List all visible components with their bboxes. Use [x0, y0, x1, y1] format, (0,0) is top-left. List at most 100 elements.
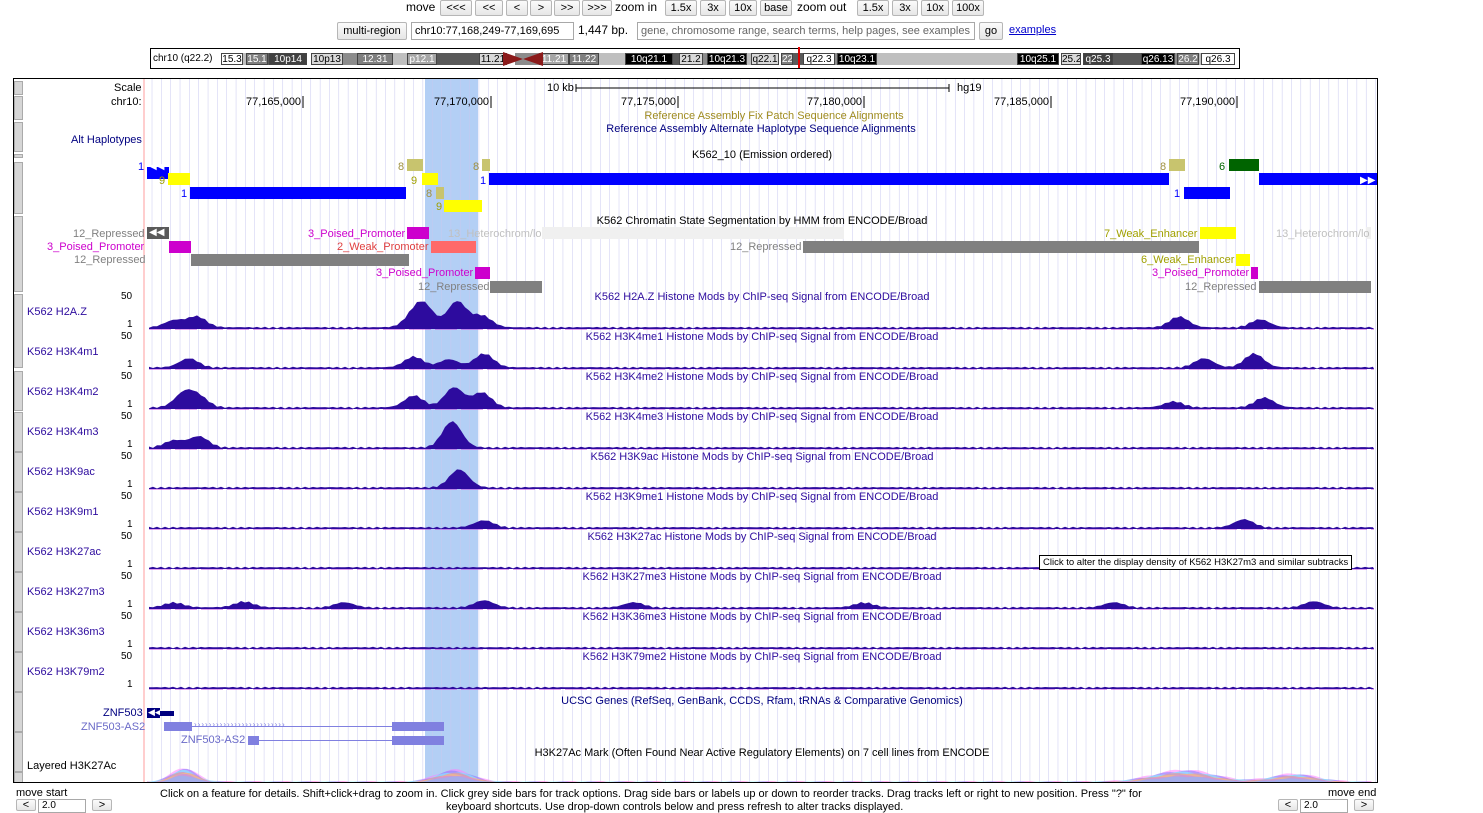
track-sidebar[interactable] — [14, 162, 23, 214]
chromhmm-segment[interactable] — [803, 241, 1199, 253]
track-sidebar[interactable] — [14, 412, 23, 452]
move-right-button[interactable]: > — [530, 0, 552, 16]
track-sidebar[interactable] — [14, 216, 23, 292]
search-input[interactable]: gene, chromosome range, search terms, he… — [637, 22, 975, 40]
zoom-in-10x-button[interactable]: 10x — [729, 0, 757, 16]
track-sidebar[interactable] — [14, 732, 23, 772]
emission-number: 8 — [1160, 161, 1167, 173]
gene-znf503-utr[interactable] — [160, 711, 174, 716]
gene-label-znf503-as2-alt[interactable]: ZNF503-AS2 — [181, 734, 245, 746]
chromhmm-segment[interactable] — [475, 267, 490, 279]
gene-as2-alt-exon[interactable] — [392, 736, 444, 745]
histone-track-label[interactable]: K562 H3K79m2 — [27, 666, 105, 678]
emission-segment[interactable] — [190, 187, 406, 199]
histone-track-title: K562 H3K36me3 Histone Mods by ChIP-seq S… — [582, 611, 942, 623]
gene-as2-exon[interactable] — [164, 722, 192, 731]
histone-track-label[interactable]: K562 H3K9ac — [27, 466, 95, 478]
track-sidebar[interactable] — [14, 692, 23, 732]
move-right-mid-button[interactable]: >> — [554, 0, 580, 16]
chromhmm-segment[interactable] — [490, 281, 542, 293]
track-sidebar[interactable] — [14, 294, 23, 368]
multi-region-button[interactable]: multi-region — [337, 22, 407, 40]
move-left-mid-button[interactable]: << — [475, 0, 503, 16]
histone-track-label[interactable]: K562 H3K36m3 — [27, 626, 105, 638]
histone-track-label[interactable]: K562 H2A.Z — [27, 306, 87, 318]
move-left-button[interactable]: < — [506, 0, 528, 16]
centromere-icon — [503, 52, 543, 66]
emission-segment[interactable] — [407, 159, 423, 171]
ruler-position-label: 77,170,000 — [434, 96, 490, 108]
move-end-input[interactable]: 2.0 — [1300, 799, 1348, 813]
chromhmm-segment[interactable] — [169, 241, 191, 253]
track-sidebar[interactable] — [14, 612, 23, 652]
move-start-left-button[interactable]: < — [16, 799, 36, 811]
track-sidebar[interactable] — [14, 154, 23, 158]
chromhmm-segment[interactable] — [542, 227, 844, 239]
track-sidebar[interactable] — [14, 452, 23, 492]
move-start-input[interactable]: 2.0 — [38, 799, 86, 813]
track-sidebar[interactable] — [14, 572, 23, 612]
move-end-right-button[interactable]: > — [1354, 799, 1374, 811]
emission-segment[interactable] — [168, 173, 190, 185]
emission-segment[interactable] — [1184, 187, 1230, 199]
chromhmm-segment[interactable] — [407, 227, 429, 239]
track-sidebar[interactable] — [14, 492, 23, 532]
chromhmm-label: 12_Repressed — [418, 281, 490, 293]
histone-track-label[interactable]: K562 H3K4m3 — [27, 426, 99, 438]
chromhmm-segment[interactable] — [191, 254, 409, 266]
track-sidebar[interactable] — [14, 772, 23, 782]
histone-track-title: K562 H3K27ac Histone Mods by ChIP-seq Si… — [587, 531, 937, 543]
chromhmm-segment[interactable] — [1200, 227, 1236, 239]
emission-segment[interactable] — [482, 159, 490, 171]
zoom-in-1-5x-button[interactable]: 1.5x — [665, 0, 697, 16]
ucsc-genes-title: UCSC Genes (RefSeq, GenBank, CCDS, Rfam,… — [561, 695, 963, 707]
zoom-out-3x-button[interactable]: 3x — [892, 0, 918, 16]
track-sidebar[interactable] — [14, 532, 23, 572]
go-button[interactable]: go — [979, 22, 1003, 40]
position-input[interactable]: chr10:77,168,249-77,169,695 — [411, 22, 574, 40]
track-sidebar[interactable] — [14, 122, 23, 152]
zoom-in-3x-button[interactable]: 3x — [700, 0, 726, 16]
gene-label-znf503[interactable]: ZNF503 — [103, 707, 143, 719]
gene-as2-exon[interactable] — [392, 722, 444, 731]
emission-segment[interactable] — [444, 200, 482, 212]
histone-axis-min: 1 — [127, 679, 133, 690]
histone-track-label[interactable]: K562 H3K27ac — [27, 546, 101, 558]
histone-track-label[interactable]: K562 H3K4m2 — [27, 386, 99, 398]
emission-segment[interactable] — [1169, 159, 1185, 171]
move-right-far-button[interactable]: >>> — [582, 0, 612, 16]
move-left-far-button[interactable]: <<< — [440, 0, 472, 16]
move-start-right-button[interactable]: > — [92, 799, 112, 811]
zoom-base-button[interactable]: base — [760, 0, 792, 16]
gene-label-znf503-as2[interactable]: ZNF503-AS2 — [81, 721, 145, 733]
layered-h3k27ac-label[interactable]: Layered H3K27Ac — [27, 760, 116, 772]
track-sidebar[interactable] — [14, 81, 23, 95]
track-sidebar[interactable] — [14, 652, 23, 692]
examples-link[interactable]: examples — [1009, 24, 1056, 36]
genome-browser-panel[interactable]: Scale chr10: 10 kb hg19 77,165,000 77,170,000… — [13, 78, 1378, 783]
zoom-out-100x-button[interactable]: 100x — [952, 0, 984, 16]
histone-track-label[interactable]: K562 H3K9m1 — [27, 506, 99, 518]
alt-haplotypes-label[interactable]: Alt Haplotypes — [71, 134, 142, 146]
signal-area — [149, 600, 1374, 609]
histone-track-label[interactable]: K562 H3K27m3 — [27, 586, 105, 598]
emission-segment[interactable] — [436, 187, 444, 199]
chromhmm-segment[interactable] — [431, 241, 476, 253]
move-end-left-button[interactable]: < — [1278, 799, 1298, 811]
emission-segment[interactable] — [422, 173, 438, 185]
zoom-out-1-5x-button[interactable]: 1.5x — [857, 0, 889, 16]
histone-track-label[interactable]: K562 H3K4m1 — [27, 346, 99, 358]
chromhmm-segment[interactable] — [1251, 267, 1258, 279]
track-sidebar[interactable] — [14, 96, 23, 120]
chromosome-ideogram[interactable]: chr10 (q22.2) 15.3 15.1 10p14 10p13 12.31 p12… — [150, 47, 1240, 69]
chromhmm-segment[interactable] — [1259, 281, 1371, 293]
ideogram-band: p12.1 — [407, 53, 437, 65]
emission-segment[interactable] — [1229, 159, 1259, 171]
emission-number: 8 — [473, 161, 480, 173]
ideogram-band: 26.2 — [1177, 53, 1199, 65]
zoom-out-10x-button[interactable]: 10x — [921, 0, 949, 16]
gene-as2-alt-exon[interactable] — [248, 736, 259, 745]
track-sidebar[interactable] — [14, 371, 23, 411]
chromhmm-segment[interactable] — [1236, 254, 1250, 266]
emission-segment[interactable] — [489, 173, 1169, 185]
